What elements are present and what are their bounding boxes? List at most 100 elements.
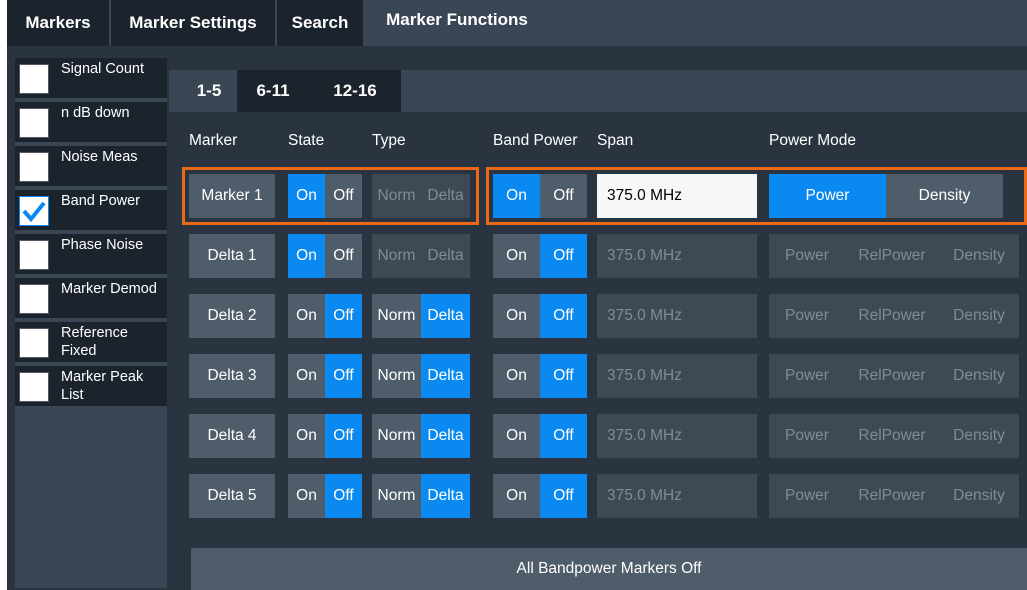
power-mode-power[interactable]: Power [769, 294, 845, 338]
power-mode-selector[interactable]: Power RelPower Density [769, 294, 1019, 338]
band-power-off[interactable]: Off [540, 414, 587, 458]
band-power-toggle[interactable]: On Off [493, 474, 587, 518]
type-delta[interactable]: Delta [421, 234, 470, 278]
state-on[interactable]: On [288, 234, 325, 278]
type-delta[interactable]: Delta [421, 414, 470, 458]
band-power-toggle[interactable]: On Off [493, 354, 587, 398]
power-mode-selector[interactable]: Power RelPower Density [769, 414, 1019, 458]
power-mode-density[interactable]: Density [939, 414, 1019, 458]
type-toggle[interactable]: Norm Delta [372, 354, 470, 398]
power-mode-power[interactable]: Power [769, 414, 845, 458]
power-mode-density[interactable]: Density [939, 294, 1019, 338]
marker-button-delta-5[interactable]: Delta 5 [189, 474, 275, 518]
type-norm[interactable]: Norm [372, 414, 421, 458]
function-item-signal-count[interactable]: Signal Count [15, 58, 167, 100]
power-mode-relpower[interactable]: RelPower [845, 474, 939, 518]
function-item-band-power[interactable]: Band Power [15, 190, 167, 232]
type-norm[interactable]: Norm [372, 474, 421, 518]
power-mode-selector[interactable]: Power RelPower Density [769, 354, 1019, 398]
function-item-n-db-down[interactable]: n dB down [15, 102, 167, 144]
power-mode-power[interactable]: Power [769, 234, 845, 278]
function-checkbox[interactable] [19, 328, 49, 358]
state-toggle[interactable]: On Off [288, 354, 362, 398]
state-off[interactable]: Off [325, 234, 362, 278]
type-toggle[interactable]: Norm Delta [372, 234, 470, 278]
band-power-off[interactable]: Off [540, 354, 587, 398]
span-field[interactable]: 375.0 MHz [597, 234, 757, 278]
function-checkbox[interactable] [19, 240, 49, 270]
state-toggle[interactable]: On Off [288, 234, 362, 278]
state-off[interactable]: Off [325, 474, 362, 518]
state-toggle[interactable]: On Off [288, 474, 362, 518]
function-checkbox[interactable] [19, 64, 49, 94]
marker-button-delta-4[interactable]: Delta 4 [189, 414, 275, 458]
tab-12-16[interactable]: 12-16 [309, 70, 401, 112]
tab-search[interactable]: Search [277, 0, 365, 46]
function-checkbox[interactable] [19, 196, 49, 226]
all-bandpower-markers-off-button[interactable]: All Bandpower Markers Off [191, 548, 1027, 590]
span-field[interactable]: 375.0 MHz [597, 354, 757, 398]
function-item-marker-demod[interactable]: Marker Demod [15, 278, 167, 320]
state-toggle[interactable]: On Off [288, 414, 362, 458]
power-mode-relpower[interactable]: RelPower [845, 234, 939, 278]
type-delta[interactable]: Delta [421, 474, 470, 518]
type-toggle[interactable]: Norm Delta [372, 474, 470, 518]
power-mode-relpower[interactable]: RelPower [845, 294, 939, 338]
type-toggle[interactable]: Norm Delta [372, 294, 470, 338]
state-off[interactable]: Off [325, 354, 362, 398]
marker-button-delta-3[interactable]: Delta 3 [189, 354, 275, 398]
power-mode-power[interactable]: Power [769, 474, 845, 518]
band-power-on[interactable]: On [493, 414, 540, 458]
span-field[interactable]: 375.0 MHz [597, 474, 757, 518]
state-off[interactable]: Off [325, 414, 362, 458]
state-on[interactable]: On [288, 354, 325, 398]
tab-6-11[interactable]: 6-11 [237, 70, 309, 112]
band-power-off[interactable]: Off [540, 234, 587, 278]
tab-marker-settings[interactable]: Marker Settings [111, 0, 277, 46]
tab-marker-functions[interactable]: Marker Functions [365, 0, 551, 40]
function-item-reference-fixed[interactable]: Reference Fixed [15, 322, 167, 364]
type-norm[interactable]: Norm [372, 294, 421, 338]
state-toggle[interactable]: On Off [288, 294, 362, 338]
band-power-on[interactable]: On [493, 294, 540, 338]
band-power-toggle[interactable]: On Off [493, 414, 587, 458]
state-on[interactable]: On [288, 294, 325, 338]
marker-button-delta-1[interactable]: Delta 1 [189, 234, 275, 278]
header-span: Span [597, 132, 634, 149]
band-power-off[interactable]: Off [540, 294, 587, 338]
power-mode-density[interactable]: Density [939, 234, 1019, 278]
band-power-toggle[interactable]: On Off [493, 234, 587, 278]
tab-1-5[interactable]: 1-5 [181, 70, 237, 112]
power-mode-density[interactable]: Density [939, 474, 1019, 518]
function-checkbox[interactable] [19, 372, 49, 402]
type-toggle[interactable]: Norm Delta [372, 414, 470, 458]
span-field[interactable]: 375.0 MHz [597, 414, 757, 458]
span-field[interactable]: 375.0 MHz [597, 294, 757, 338]
power-mode-relpower[interactable]: RelPower [845, 354, 939, 398]
function-checkbox[interactable] [19, 284, 49, 314]
power-mode-selector[interactable]: Power RelPower Density [769, 474, 1019, 518]
function-checkbox[interactable] [19, 152, 49, 182]
marker-button-delta-2[interactable]: Delta 2 [189, 294, 275, 338]
band-power-on[interactable]: On [493, 354, 540, 398]
power-mode-selector[interactable]: Power RelPower Density [769, 234, 1019, 278]
band-power-on[interactable]: On [493, 234, 540, 278]
band-power-on[interactable]: On [493, 474, 540, 518]
state-off[interactable]: Off [325, 294, 362, 338]
function-item-noise-meas[interactable]: Noise Meas [15, 146, 167, 188]
power-mode-power[interactable]: Power [769, 354, 845, 398]
type-delta[interactable]: Delta [421, 294, 470, 338]
state-on[interactable]: On [288, 414, 325, 458]
type-norm[interactable]: Norm [372, 354, 421, 398]
band-power-off[interactable]: Off [540, 474, 587, 518]
function-item-marker-peak-list[interactable]: Marker Peak List [15, 366, 167, 408]
type-norm[interactable]: Norm [372, 234, 421, 278]
type-delta[interactable]: Delta [421, 354, 470, 398]
function-checkbox[interactable] [19, 108, 49, 138]
state-on[interactable]: On [288, 474, 325, 518]
tab-markers[interactable]: Markers [7, 0, 111, 46]
power-mode-density[interactable]: Density [939, 354, 1019, 398]
power-mode-relpower[interactable]: RelPower [845, 414, 939, 458]
function-item-phase-noise[interactable]: Phase Noise [15, 234, 167, 276]
band-power-toggle[interactable]: On Off [493, 294, 587, 338]
